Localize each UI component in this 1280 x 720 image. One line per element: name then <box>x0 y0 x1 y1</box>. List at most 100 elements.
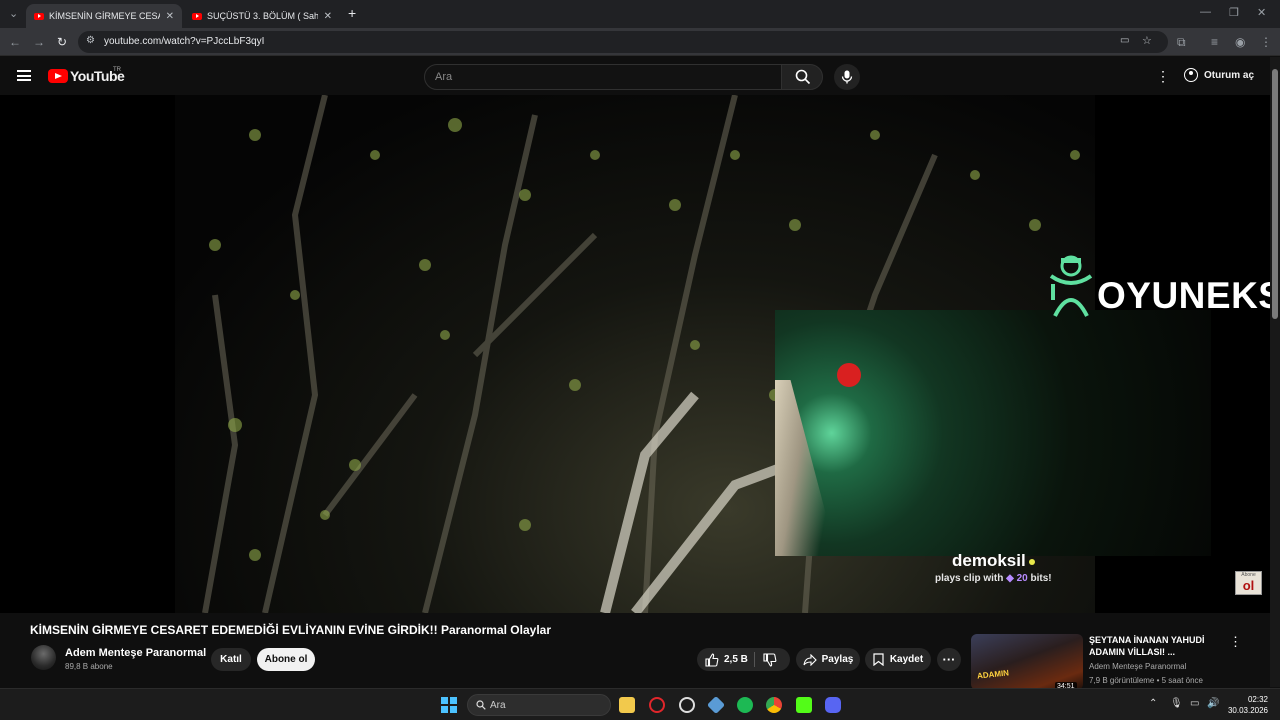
extensions-puzzle-icon[interactable]: ⧉ <box>1177 35 1186 50</box>
bookmark-star-icon[interactable]: ☆ <box>1142 34 1152 47</box>
browser-tab-bar: ⌄ KİMSENİN GİRMEYE CESARET E ✕ SUÇÜSTÜ 3… <box>0 0 1280 28</box>
youtube-masthead: YouTube TR Ara ⋮ Oturum aç <box>0 57 1270 95</box>
clip-text-suffix: bits! <box>1030 573 1052 584</box>
microphone-icon <box>841 70 853 84</box>
taskbar-search-label: Ara <box>490 700 506 711</box>
windows-start-icon[interactable] <box>441 697 457 713</box>
discord-icon[interactable] <box>825 697 841 713</box>
youtube-favicon-icon <box>34 12 44 20</box>
site-info-icon[interactable]: ⚙ <box>86 35 95 46</box>
profile-icon[interactable]: ◉ <box>1235 35 1245 49</box>
address-bar[interactable]: ⚙ youtube.com/watch?v=PJccLbF3qyI ▭ ☆ <box>78 31 1168 53</box>
new-tab-plus-icon[interactable]: + <box>348 5 356 21</box>
kick-app-icon[interactable] <box>796 697 812 713</box>
windows-taskbar: Ara ⌃ 🎙 ▭ 🔊 02:32 30.03.2026 <box>0 688 1280 720</box>
chrome-icon[interactable] <box>766 697 782 713</box>
taskbar-search-box[interactable]: Ara <box>467 694 611 716</box>
close-window-icon[interactable]: ✕ <box>1257 6 1266 19</box>
guide-menu-icon[interactable] <box>17 70 31 81</box>
forward-arrow-icon[interactable]: → <box>33 35 45 49</box>
share-label: Paylaş <box>821 654 854 665</box>
oyuneks-brand-text: OYUNEKS <box>1097 275 1270 316</box>
subscriber-count: 89,8 B abone <box>65 662 113 671</box>
like-divider <box>754 652 755 667</box>
steam-icon[interactable] <box>679 697 695 713</box>
youtube-logo-icon[interactable] <box>48 69 68 83</box>
join-button[interactable]: Katıl <box>211 648 251 671</box>
microphone-tray-icon[interactable]: 🎙 <box>1170 698 1183 709</box>
channel-name[interactable]: Adem Menteşe Paranormal <box>65 647 206 659</box>
taskbar-clock[interactable]: 02:32 30.03.2026 <box>1222 694 1268 716</box>
dislike-thumb-icon[interactable] <box>763 653 777 667</box>
like-dislike-group: 2,5 B <box>697 648 790 671</box>
url-text: youtube.com/watch?v=PJccLbF3qyI <box>104 36 265 47</box>
video-title: KİMSENİN GİRMEYE CESARET EDEMEDİĞİ EVLİY… <box>30 623 551 637</box>
more-horizontal-icon: ··· <box>942 652 956 667</box>
bits-count: 20 <box>1016 573 1028 584</box>
browser-toolbar: ← → ↻ ⚙ youtube.com/watch?v=PJccLbF3qyI … <box>0 28 1280 56</box>
streamer-name: demoksil <box>952 551 1026 570</box>
related-video-meta: 7,9 B görüntüleme • 5 saat önce <box>1089 676 1203 685</box>
clip-text-prefix: plays clip with <box>935 573 1004 584</box>
tab-title: SUÇÜSTÜ 3. BÖLÜM ( Sahte Pol <box>207 11 318 21</box>
voice-search-button[interactable] <box>834 64 860 90</box>
related-channel-name[interactable]: Adem Menteşe Paranormal <box>1089 662 1186 671</box>
network-icon[interactable]: ▭ <box>1190 698 1199 709</box>
search-icon <box>795 69 811 85</box>
sign-in-button[interactable]: Oturum aç <box>1184 68 1254 82</box>
video-player[interactable]: OYUNEKS demoksil plays clip with ◆ 20 bi… <box>0 95 1270 613</box>
tab-close-icon[interactable]: ✕ <box>324 11 332 22</box>
restore-icon[interactable]: ❐ <box>1229 6 1239 19</box>
file-explorer-icon[interactable] <box>619 697 635 713</box>
reload-icon[interactable]: ↻ <box>57 35 67 49</box>
youtube-favicon-icon <box>192 12 202 20</box>
minimize-icon[interactable]: — <box>1200 6 1211 18</box>
webcam-wall <box>775 380 837 556</box>
tab-title: KİMSENİN GİRMEYE CESARET E <box>49 11 160 21</box>
search-icon <box>476 700 486 710</box>
like-thumb-icon[interactable] <box>705 652 719 667</box>
save-label: Kaydet <box>889 654 924 665</box>
account-icon <box>1184 68 1198 82</box>
save-button[interactable]: Kaydet <box>865 648 931 671</box>
cast-icon[interactable]: ▭ <box>1120 35 1129 46</box>
alert-dot-icon <box>1028 558 1035 565</box>
subscribe-watermark[interactable]: Abone ol <box>1235 571 1262 595</box>
webcam-red-object <box>837 363 861 387</box>
thumbnail-caption: ADAMIN <box>976 668 1010 681</box>
media-control-icon[interactable]: ≡ <box>1211 35 1218 49</box>
page-scrollbar[interactable] <box>1270 57 1280 687</box>
country-code: TR <box>113 67 121 73</box>
webcam-overlay <box>775 310 1211 556</box>
scrollbar-thumb[interactable] <box>1272 69 1278 319</box>
clock-date: 30.03.2026 <box>1227 706 1268 715</box>
watermark-main-text: ol <box>1242 578 1255 593</box>
related-more-icon[interactable]: ⋮ <box>1229 634 1242 650</box>
search-button[interactable] <box>781 64 823 90</box>
clip-alert-streamer: demoksil <box>952 551 1035 571</box>
browser-tab-active[interactable]: KİMSENİN GİRMEYE CESARET E ✕ <box>26 4 182 28</box>
bookmark-icon <box>873 653 884 666</box>
share-button[interactable]: Paylaş <box>796 648 860 671</box>
browser-menu-icon[interactable]: ⋮ <box>1260 35 1272 49</box>
sign-in-label: Oturum aç <box>1204 69 1255 81</box>
app-cube-icon[interactable] <box>706 695 726 715</box>
browser-tab[interactable]: SUÇÜSTÜ 3. BÖLÜM ( Sahte Pol ✕ <box>184 4 340 28</box>
spotify-icon[interactable] <box>737 697 753 713</box>
bits-diamond-icon: ◆ <box>1006 573 1014 584</box>
like-count[interactable]: 2,5 B <box>724 654 748 665</box>
more-actions-button[interactable]: ··· <box>937 648 961 671</box>
volume-icon[interactable]: 🔊 <box>1207 698 1219 709</box>
settings-more-icon[interactable]: ⋮ <box>1156 68 1170 85</box>
related-video-title[interactable]: ŞEYTANA İNANAN YAHUDİ ADAMIN VİLLASI! ..… <box>1089 634 1219 658</box>
tab-search-chevron-icon[interactable]: ⌄ <box>9 7 18 20</box>
opera-browser-icon[interactable] <box>649 697 665 713</box>
subscribe-button[interactable]: Abone ol <box>257 648 315 671</box>
search-input[interactable]: Ara <box>424 64 782 90</box>
tab-close-icon[interactable]: ✕ <box>166 11 174 22</box>
oyuneks-logo-icon <box>1049 255 1093 317</box>
back-arrow-icon[interactable]: ← <box>9 35 21 49</box>
channel-avatar[interactable] <box>31 645 56 670</box>
share-arrow-icon <box>803 653 817 666</box>
tray-chevron-icon[interactable]: ⌃ <box>1149 698 1157 709</box>
